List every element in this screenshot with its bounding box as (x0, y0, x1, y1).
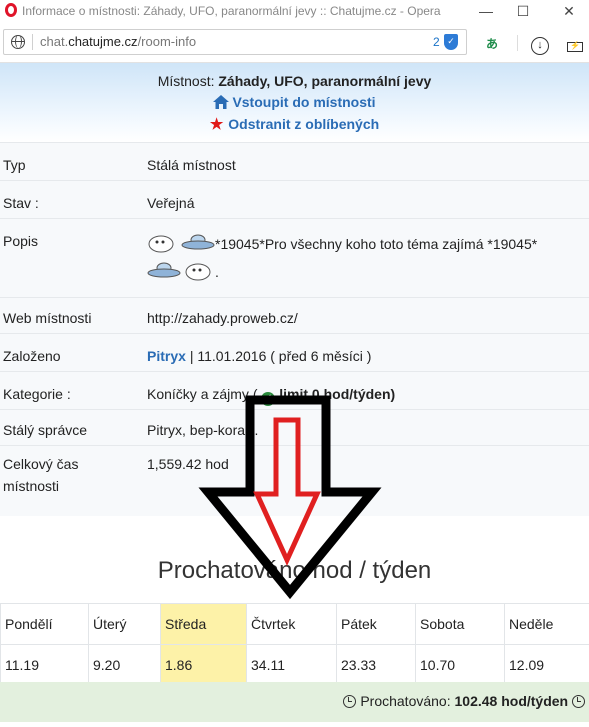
home-icon (213, 95, 230, 109)
day-header: Neděle (504, 603, 589, 645)
minimize-button[interactable]: — (468, 0, 504, 24)
remove-favorite-link[interactable]: ★ Odstranit z oblíbených (209, 116, 379, 133)
day-header: Pátek (336, 603, 416, 645)
day-value-highlighted: 1.86 (160, 644, 247, 685)
blocked-count[interactable]: 2 (433, 35, 440, 49)
room-web-link[interactable]: http://zahady.proweb.cz/ (147, 308, 298, 328)
day-value: 10.70 (415, 644, 505, 685)
maximize-button[interactable]: ☐ (505, 0, 541, 24)
window-titlebar: Informace o místnosti: Záhady, UFO, para… (0, 0, 589, 24)
info-row-admin: Stálý správce Pitryx, bep-kora… (0, 409, 589, 445)
room-title: Místnost: Záhady, UFO, paranormální jevy (157, 73, 432, 89)
info-row-description: Popis *19045*Pro všechny koho toto téma … (0, 218, 589, 297)
url-text[interactable]: chat.chatujme.cz/room-info (40, 34, 196, 49)
info-row-total-time: Celkový čas místnosti 1,559.42 hod (0, 445, 589, 516)
day-header: Čtvrtek (246, 603, 337, 645)
day-header: Sobota (415, 603, 505, 645)
translate-icon[interactable]: あ (480, 31, 504, 55)
battery-icon[interactable]: ⚡ (563, 31, 587, 55)
day-header: Úterý (88, 603, 161, 645)
globe-icon[interactable] (11, 35, 25, 49)
info-row-web: Web místnosti http://zahady.proweb.cz/ (0, 297, 589, 333)
day-header-highlighted: Středa (160, 603, 247, 645)
close-button[interactable]: ✕ (551, 0, 587, 24)
founder-link[interactable]: Pitryx (147, 348, 186, 364)
info-row-founded: Založeno Pitryx | 11.01.2016 ( před 6 mě… (0, 333, 589, 371)
window-title: Informace o místnosti: Záhady, UFO, para… (22, 4, 441, 18)
check-icon: ✓ (261, 392, 276, 406)
enter-room-link[interactable]: Vstoupit do místnosti (213, 94, 376, 110)
day-header: Pondělí (0, 603, 89, 645)
ghost-icon (185, 263, 211, 281)
ufo-icon (147, 262, 181, 278)
url-field[interactable]: chat.chatujme.cz/room-info 2 ✓ (3, 29, 467, 55)
day-value: 12.09 (504, 644, 589, 685)
day-value: 9.20 (88, 644, 161, 685)
ufo-icon (181, 234, 215, 250)
ghost-icon (148, 235, 174, 253)
info-row-state: Stav : Veřejná (0, 180, 589, 218)
info-row-category: Kategorie : Koníčky a zájmy ( ✓ limit 0 … (0, 371, 589, 409)
shield-icon[interactable]: ✓ (444, 34, 458, 50)
weekly-total-bar: Prochatováno: 102.48 hod/týden (0, 682, 589, 722)
week-days-row: Pondělí Úterý Středa Čtvrtek Pátek Sobot… (0, 603, 589, 645)
weekly-chat-table: Pondělí Úterý Středa Čtvrtek Pátek Sobot… (0, 603, 589, 685)
clock-icon (343, 695, 357, 708)
address-bar: chat.chatujme.cz/room-info 2 ✓ あ ↓ ⚡ (0, 24, 589, 63)
day-value: 34.11 (246, 644, 337, 685)
week-values-row: 11.19 9.20 1.86 34.11 23.33 10.70 12.09 (0, 644, 589, 685)
room-header: Místnost: Záhady, UFO, paranormální jevy… (0, 63, 589, 142)
admin-link[interactable]: Pitryx, bep-kora… (147, 420, 259, 440)
day-value: 23.33 (336, 644, 416, 685)
clock-icon (572, 695, 585, 708)
star-icon: ★ (209, 116, 224, 133)
info-row-type: Typ Stálá místnost (0, 142, 589, 180)
room-info-table: Typ Stálá místnost Stav : Veřejná Popis … (0, 142, 589, 516)
opera-logo-icon (5, 3, 17, 17)
download-icon[interactable]: ↓ (528, 31, 552, 55)
weekly-chat-title: Prochatováno hod / týden (157, 557, 432, 584)
day-value: 11.19 (0, 644, 89, 685)
